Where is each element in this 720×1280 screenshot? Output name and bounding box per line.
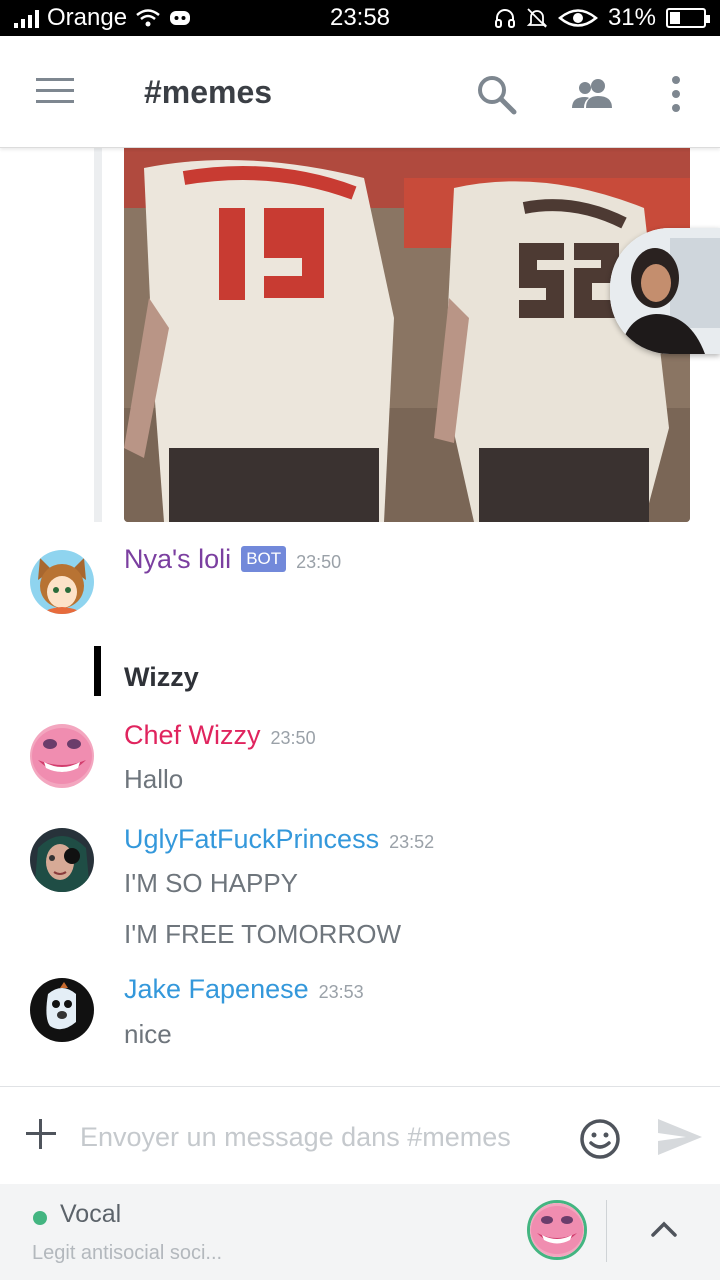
avatar[interactable] bbox=[30, 724, 94, 788]
battery-icon bbox=[666, 8, 710, 28]
search-icon[interactable] bbox=[472, 70, 520, 118]
bell-off-icon bbox=[526, 8, 548, 28]
message-author[interactable]: Nya's loli BOT 23:50 bbox=[124, 544, 341, 575]
voice-connection-bar[interactable]: Vocal Legit antisocial soci... bbox=[0, 1184, 720, 1280]
send-icon[interactable] bbox=[656, 1117, 704, 1157]
message-text: nice bbox=[124, 1019, 172, 1049]
chevron-up-icon[interactable] bbox=[650, 1220, 678, 1238]
message-author[interactable]: Jake Fapenese 23:53 bbox=[124, 974, 364, 1005]
avatar[interactable] bbox=[30, 978, 94, 1042]
avatar[interactable] bbox=[30, 828, 94, 892]
voice-user-avatar[interactable] bbox=[527, 1200, 587, 1260]
message-text: Hallo bbox=[124, 764, 184, 794]
meme-image[interactable] bbox=[124, 148, 690, 522]
message-time: 23:52 bbox=[389, 832, 435, 852]
status-bar: Orange 23:58 31% bbox=[0, 0, 720, 36]
message-author[interactable]: Chef Wizzy 23:50 bbox=[124, 720, 316, 751]
headphones-icon bbox=[494, 9, 515, 28]
message-time: 23:53 bbox=[318, 982, 364, 1002]
message-text: I'M SO HAPPY bbox=[124, 868, 299, 898]
message-list[interactable]: Nya's loli BOT 23:50 Wizzy Chef Wizzy 23:50… bbox=[0, 148, 720, 1086]
voice-channel-name: Legit antisocial soci... bbox=[32, 1242, 223, 1264]
message-text: I'M FREE TOMORROW bbox=[124, 919, 401, 949]
battery-percent: 31% bbox=[607, 4, 656, 31]
thread-line bbox=[94, 148, 102, 522]
message-input[interactable] bbox=[80, 1115, 560, 1159]
message-time: 23:50 bbox=[296, 552, 342, 572]
emoji-icon[interactable] bbox=[578, 1117, 622, 1161]
more-icon[interactable] bbox=[652, 70, 700, 118]
channel-header: #memes bbox=[0, 36, 720, 148]
composer bbox=[0, 1086, 720, 1184]
status-dot bbox=[33, 1211, 47, 1225]
members-icon[interactable] bbox=[568, 70, 616, 118]
bot-badge: BOT bbox=[241, 546, 287, 572]
message-author[interactable]: UglyFatFuckPrincess 23:52 bbox=[124, 824, 434, 855]
message-time: 23:50 bbox=[270, 728, 316, 748]
call-overlay-avatar[interactable] bbox=[610, 228, 720, 354]
menu-icon[interactable] bbox=[36, 76, 76, 106]
eye-icon bbox=[557, 9, 598, 27]
voice-label: Vocal bbox=[60, 1200, 122, 1228]
quote-bar bbox=[94, 646, 101, 696]
channel-title: #memes bbox=[144, 74, 273, 110]
quote-text: Wizzy bbox=[124, 662, 199, 692]
plus-icon[interactable] bbox=[26, 1119, 56, 1149]
divider bbox=[606, 1200, 607, 1262]
avatar[interactable] bbox=[30, 550, 94, 614]
